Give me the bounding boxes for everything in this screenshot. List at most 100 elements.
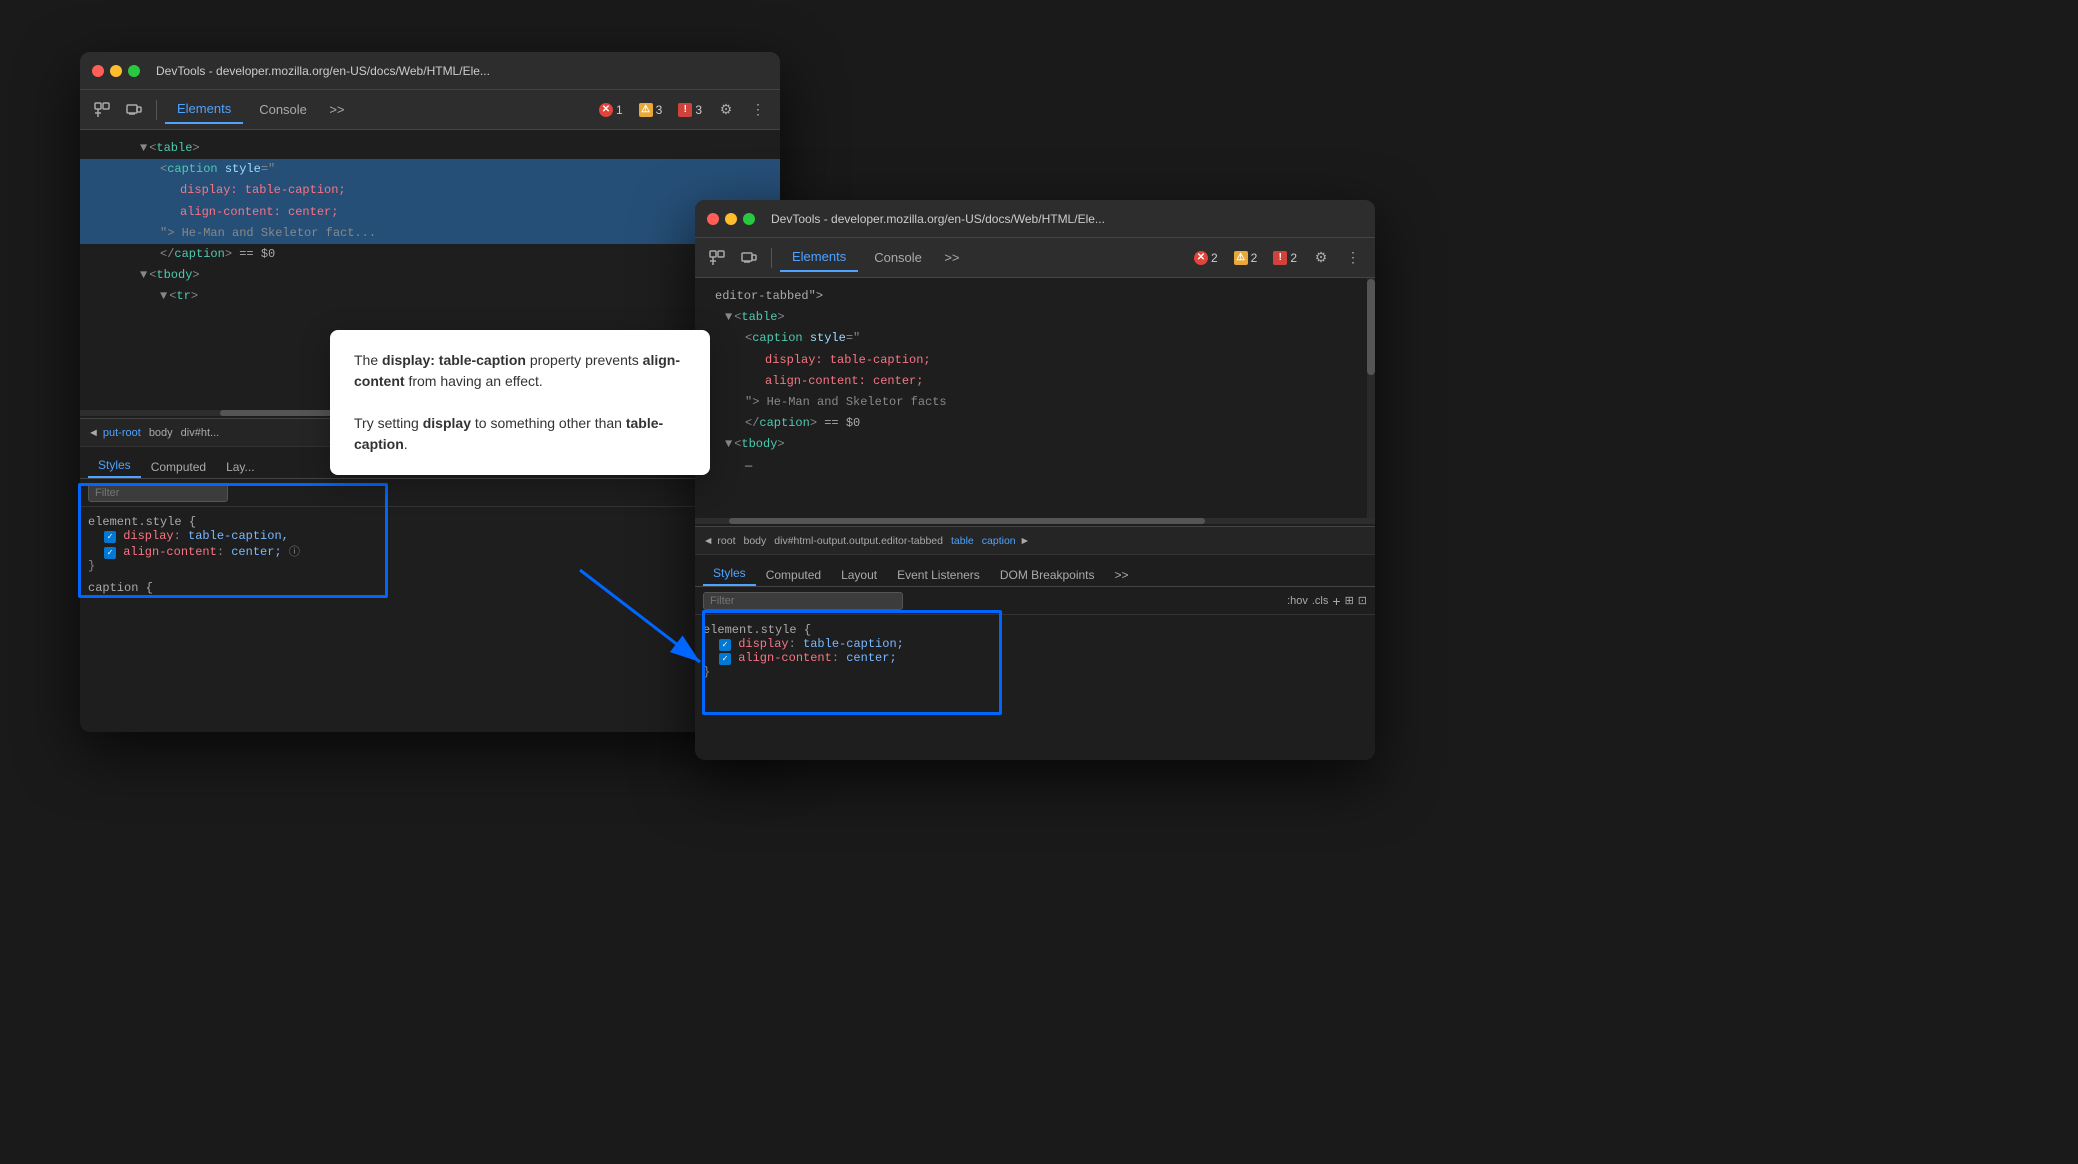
- more-tabs-icon-2[interactable]: >>: [938, 244, 966, 272]
- code-line-align-2[interactable]: align-content: center;: [695, 371, 1375, 392]
- checkbox-display-1[interactable]: ✓: [104, 531, 116, 543]
- code-line-editor-tabbed[interactable]: editor-tabbed">: [695, 286, 1375, 307]
- breadcrumb-forward-2[interactable]: ►: [1020, 535, 1030, 547]
- inspector-icon-2[interactable]: [703, 244, 731, 272]
- vertical-scrollbar-thumb-2[interactable]: [1367, 279, 1375, 375]
- maximize-button-2[interactable]: [743, 213, 755, 225]
- filter-action-buttons: :hov .cls + ⊞ ⊡: [1287, 593, 1367, 609]
- traffic-lights-1: [92, 65, 140, 77]
- style-selector-2: element.style {: [703, 623, 1367, 637]
- breadcrumb-table-2[interactable]: table: [951, 535, 974, 547]
- breadcrumb-back-2[interactable]: ◄: [703, 535, 713, 547]
- code-line-table[interactable]: ▼<table>: [80, 138, 780, 159]
- more-tabs-icon-1[interactable]: >>: [323, 96, 351, 124]
- panel-tabs-2: Styles Computed Layout Event Listeners D…: [695, 555, 1375, 587]
- breadcrumb-root-2[interactable]: root: [717, 535, 735, 547]
- code-line-align[interactable]: align-content: center;: [80, 202, 780, 223]
- code-line-caption-content-2[interactable]: "> He-Man and Skeletor facts: [695, 392, 1375, 413]
- tab-elements-2[interactable]: Elements: [780, 244, 858, 272]
- tab-computed-2[interactable]: Computed: [756, 564, 831, 586]
- window2-toolbar: Elements Console >> ✕ 2 ⚠ 2 ! 2 ⚙ ⋮: [695, 238, 1375, 278]
- maximize-button-1[interactable]: [128, 65, 140, 77]
- code-line-tbody-2[interactable]: ▼<tbody>: [695, 434, 1375, 455]
- tab-layout-2[interactable]: Layout: [831, 564, 887, 586]
- code-line-display[interactable]: display: table-caption;: [80, 180, 780, 201]
- code-line-table-2[interactable]: ▼<table>: [695, 307, 1375, 328]
- tab-console-1[interactable]: Console: [247, 96, 319, 124]
- breadcrumb-2: ◄ root body div#html-output.output.edito…: [695, 527, 1375, 555]
- error-icon-2: ✕: [1194, 251, 1208, 265]
- filter-input-1[interactable]: [88, 484, 228, 502]
- tab-computed-1[interactable]: Computed: [141, 456, 216, 478]
- close-button-1[interactable]: [92, 65, 104, 77]
- settings-icon-1[interactable]: ⚙: [712, 96, 740, 124]
- tab-styles-2[interactable]: Styles: [703, 562, 756, 586]
- minimize-button-2[interactable]: [725, 213, 737, 225]
- responsive-icon-2[interactable]: [735, 244, 763, 272]
- element-style-rule-2: element.style { ✓ display: table-caption…: [703, 623, 1367, 679]
- settings-icon-2[interactable]: ⚙: [1307, 244, 1335, 272]
- breadcrumb-div-2[interactable]: div#html-output.output.editor-tabbed: [774, 535, 943, 547]
- checkbox-align-2[interactable]: ✓: [719, 653, 731, 665]
- inspector-icon[interactable]: [88, 96, 116, 124]
- breadcrumb-div-1[interactable]: div#ht...: [181, 427, 220, 439]
- close-button-2[interactable]: [707, 213, 719, 225]
- checkbox-display-2[interactable]: ✓: [719, 639, 731, 651]
- add-rule-button[interactable]: +: [1332, 593, 1340, 609]
- breadcrumb-put-root[interactable]: put-root: [103, 427, 141, 439]
- code-line-caption-close[interactable]: </caption> == $0: [80, 244, 780, 265]
- info-badge-2: ! 2: [1267, 249, 1303, 267]
- tab-console-2[interactable]: Console: [862, 244, 934, 272]
- hov-button[interactable]: :hov: [1287, 595, 1308, 607]
- styles-panel-2: element.style { ✓ display: table-caption…: [695, 615, 1375, 695]
- breadcrumb-caption-2[interactable]: caption: [982, 535, 1016, 547]
- style-close-2: }: [703, 665, 1367, 679]
- more-menu-icon-1[interactable]: ⋮: [744, 96, 772, 124]
- tab-dom-2[interactable]: DOM Breakpoints: [990, 564, 1105, 586]
- minimize-button-1[interactable]: [110, 65, 122, 77]
- breadcrumb-body-2[interactable]: body: [744, 535, 767, 547]
- callout-text: The display: table-caption property prev…: [354, 350, 686, 392]
- scrollbar-thumb-2[interactable]: [729, 518, 1205, 524]
- code-line-caption-open-2[interactable]: <caption style=": [695, 328, 1375, 349]
- tab-more-2[interactable]: >>: [1105, 564, 1139, 586]
- info-icon-align-1[interactable]: ⓘ: [289, 547, 300, 559]
- styles-panel-1: element.style { ✓ display: table-caption…: [80, 507, 780, 603]
- checkbox-align-1[interactable]: ✓: [104, 547, 116, 559]
- info-icon-1: !: [678, 103, 692, 117]
- breadcrumb-back-1[interactable]: ◄: [88, 427, 99, 439]
- warn-icon-1: ⚠: [639, 103, 653, 117]
- vertical-scrollbar-2[interactable]: [1367, 278, 1375, 518]
- window1-title: DevTools - developer.mozilla.org/en-US/d…: [156, 64, 490, 78]
- code-line-tr[interactable]: ▼<tr>: [80, 286, 780, 307]
- filter-bar-2: :hov .cls + ⊞ ⊡: [695, 587, 1375, 615]
- responsive-icon[interactable]: [120, 96, 148, 124]
- code-line-dash[interactable]: —: [695, 456, 1375, 477]
- code-line-caption-open[interactable]: <caption style=": [80, 159, 780, 180]
- code-line-tbody[interactable]: ▼<tbody>: [80, 265, 780, 286]
- more-menu-icon-2[interactable]: ⋮: [1339, 244, 1367, 272]
- scrollbar-2[interactable]: [695, 518, 1375, 524]
- error-badge-2: ✕ 2: [1188, 249, 1224, 267]
- code-line-caption-close-2[interactable]: </caption> == $0: [695, 413, 1375, 434]
- breadcrumb-body-1[interactable]: body: [149, 427, 173, 439]
- tab-layout-1[interactable]: Lay...: [216, 456, 264, 478]
- window2-titlebar: DevTools - developer.mozilla.org/en-US/d…: [695, 200, 1375, 238]
- code-line-display-2[interactable]: display: table-caption;: [695, 350, 1375, 371]
- error-icon-1: ✕: [599, 103, 613, 117]
- style-close-1: }: [88, 559, 772, 573]
- warn-badge-1: ⚠ 3: [633, 101, 669, 119]
- bottom-panel-2: ◄ root body div#html-output.output.edito…: [695, 526, 1375, 695]
- info-icon-2: !: [1273, 251, 1287, 265]
- tab-styles-1[interactable]: Styles: [88, 454, 141, 478]
- tab-elements-1[interactable]: Elements: [165, 96, 243, 124]
- copy-button[interactable]: ⊡: [1358, 594, 1367, 607]
- info-badge-1: ! 3: [672, 101, 708, 119]
- cls-button[interactable]: .cls: [1312, 595, 1329, 607]
- filter-input-2[interactable]: [703, 592, 903, 610]
- callout-box: The display: table-caption property prev…: [330, 330, 710, 475]
- tab-events-2[interactable]: Event Listeners: [887, 564, 990, 586]
- devtools-window-2: DevTools - developer.mozilla.org/en-US/d…: [695, 200, 1375, 760]
- add-element-button[interactable]: ⊞: [1345, 594, 1354, 607]
- code-line-caption-content[interactable]: "> He-Man and Skeletor fact...: [80, 223, 780, 244]
